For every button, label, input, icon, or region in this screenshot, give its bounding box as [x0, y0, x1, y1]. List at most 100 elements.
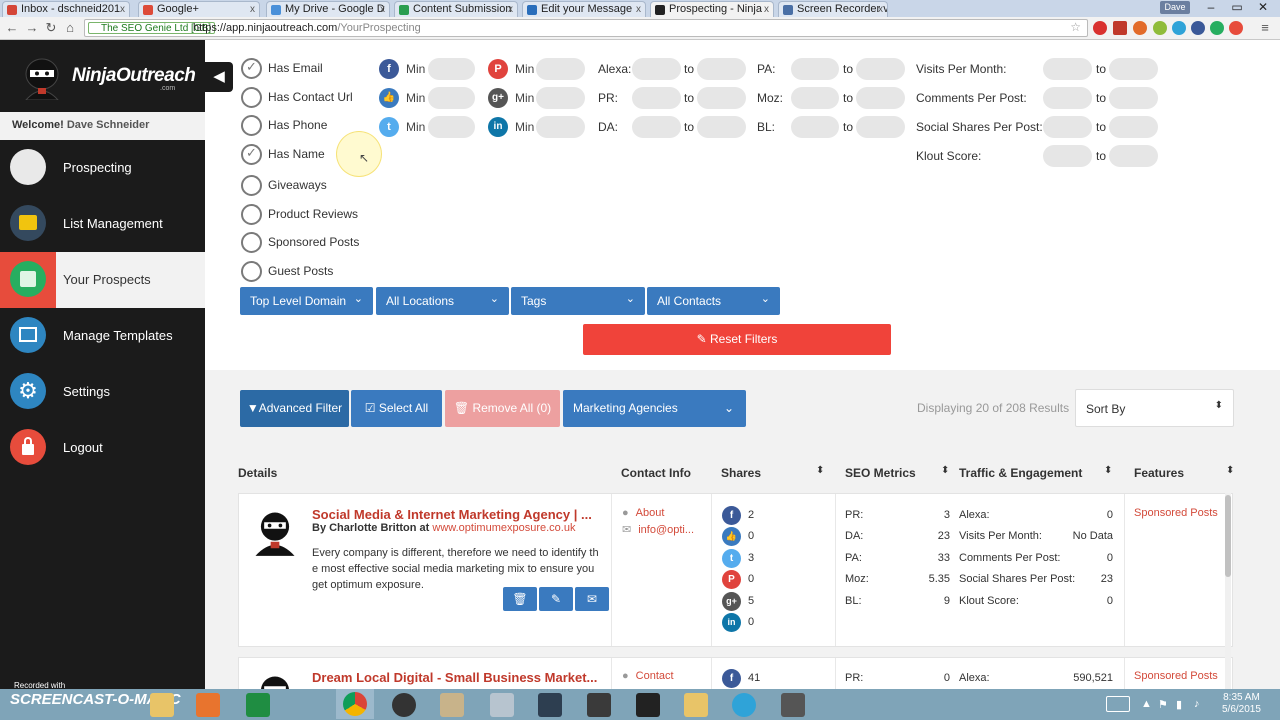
comments-max-input[interactable]	[1109, 87, 1158, 109]
sidebar-item-your-prospects[interactable]: Your Prospects	[0, 252, 205, 308]
giveaways-checkbox[interactable]	[241, 175, 262, 196]
table-row[interactable]: Dream Local Digital - Small Business Mar…	[238, 657, 1233, 689]
bl-min-input[interactable]	[791, 116, 839, 138]
header-shares[interactable]: Shares	[721, 466, 761, 480]
tab-content-submission[interactable]: Content Submission x	[394, 1, 518, 17]
product-reviews-checkbox[interactable]	[241, 204, 262, 225]
scrollbar-thumb[interactable]	[1225, 495, 1231, 577]
da-max-input[interactable]	[697, 116, 746, 138]
prospect-title[interactable]: Social Media & Internet Marketing Agency…	[312, 507, 592, 522]
social-shares-max-input[interactable]	[1109, 116, 1158, 138]
edit-button[interactable]: ✎	[539, 587, 573, 611]
pocket-icon[interactable]	[1229, 21, 1243, 35]
tab-screen-recorder[interactable]: Screen Recorder v2. x	[778, 1, 888, 17]
window-close-icon[interactable]: ✕	[1250, 0, 1276, 16]
paint-icon[interactable]	[440, 693, 464, 717]
extension-icon[interactable]	[1133, 21, 1147, 35]
guest-posts-checkbox[interactable]	[241, 261, 262, 282]
extension-icon[interactable]	[1191, 21, 1205, 35]
volume-icon[interactable]: ♪	[1194, 698, 1200, 710]
sidebar-item-logout[interactable]: Logout	[0, 420, 205, 476]
tab-prospecting[interactable]: Prospecting - Ninja x	[650, 1, 774, 17]
sidebar-item-list-management[interactable]: List Management	[0, 196, 205, 252]
has-name-checkbox[interactable]	[241, 144, 262, 165]
googleplus-min-input[interactable]	[536, 87, 585, 109]
calculator-icon[interactable]	[490, 693, 514, 717]
tab-edit-message[interactable]: Edit your Message x	[522, 1, 646, 17]
browser-user-badge[interactable]: Dave	[1160, 1, 1190, 14]
evernote-icon[interactable]	[1153, 21, 1167, 35]
has-phone-checkbox[interactable]	[241, 115, 262, 136]
chrome-taskbar-button[interactable]	[336, 689, 374, 719]
app-icon[interactable]	[392, 693, 416, 717]
app-icon[interactable]	[781, 693, 805, 717]
header-features[interactable]: Features	[1134, 466, 1184, 480]
sort-icon[interactable]: ⬍	[1226, 465, 1234, 476]
select-all-button[interactable]: ☑ Select All	[351, 390, 442, 427]
list-select[interactable]: Marketing Agencies ⌄	[563, 390, 746, 427]
file-explorer-icon[interactable]	[150, 693, 174, 717]
app-icon[interactable]	[538, 693, 562, 717]
pa-min-input[interactable]	[791, 58, 839, 80]
locations-dropdown[interactable]: All Locations ⌄	[376, 287, 509, 315]
tld-dropdown[interactable]: Top Level Domain ⌄	[240, 287, 373, 315]
facebook-min-input[interactable]	[428, 58, 475, 80]
alexa-max-input[interactable]	[697, 58, 746, 80]
tab-close-icon[interactable]: x	[380, 2, 385, 17]
remove-all-button[interactable]: 🗑 Remove All (0)	[445, 390, 560, 427]
keyboard-icon[interactable]	[1106, 696, 1130, 712]
sort-icon[interactable]: ⬍	[1104, 465, 1112, 476]
linkedin-min-input[interactable]	[536, 116, 585, 138]
forward-icon[interactable]: →	[24, 20, 40, 36]
prospect-title[interactable]: Dream Local Digital - Small Business Mar…	[312, 670, 597, 685]
tab-close-icon[interactable]: x	[250, 2, 255, 17]
tab-inbox[interactable]: Inbox - dschneid201 x	[2, 1, 130, 17]
sidebar-item-prospecting[interactable]: Prospecting	[0, 140, 205, 196]
minimize-icon[interactable]: –	[1198, 0, 1224, 16]
has-email-checkbox[interactable]	[241, 58, 262, 79]
visits-min-input[interactable]	[1043, 58, 1092, 80]
header-traffic-engagement[interactable]: Traffic & Engagement	[959, 466, 1082, 480]
collapse-sidebar-button[interactable]: ◀	[205, 62, 233, 92]
tab-googleplus[interactable]: Google+ x	[138, 1, 260, 17]
sidebar-item-manage-templates[interactable]: Manage Templates	[0, 308, 205, 364]
pinterest-min-input[interactable]	[536, 58, 585, 80]
skype-icon[interactable]	[1172, 21, 1186, 35]
likes-min-input[interactable]	[428, 87, 475, 109]
skype-icon[interactable]	[732, 693, 756, 717]
app-icon[interactable]	[196, 693, 220, 717]
tab-close-icon[interactable]: x	[878, 2, 883, 17]
app-icon[interactable]	[636, 693, 660, 717]
pr-min-input[interactable]	[632, 87, 681, 109]
flag-icon[interactable]: ⚑	[1158, 698, 1168, 711]
sponsored-posts-checkbox[interactable]	[241, 232, 262, 253]
back-icon[interactable]: ←	[4, 20, 20, 36]
home-icon[interactable]: ⌂	[62, 20, 78, 36]
contact-link[interactable]: ● Contact	[622, 670, 674, 682]
tray-arrow-icon[interactable]: ▲	[1141, 698, 1152, 710]
table-row[interactable]: Social Media & Internet Marketing Agency…	[238, 493, 1233, 647]
klout-max-input[interactable]	[1109, 145, 1158, 167]
tab-drive[interactable]: My Drive - Google Dx	[266, 1, 390, 17]
visits-max-input[interactable]	[1109, 58, 1158, 80]
tab-close-icon[interactable]: x	[636, 2, 641, 17]
sort-by-select[interactable]: Sort By ⬍	[1075, 389, 1234, 427]
pa-max-input[interactable]	[856, 58, 905, 80]
advanced-filter-button[interactable]: ▼Advanced Filter	[240, 390, 349, 427]
clock[interactable]: 8:35 AM 5/6/2015	[1222, 692, 1261, 716]
sort-icon[interactable]: ⬍	[941, 465, 949, 476]
url-input[interactable]: The SEO Genie Ltd [GB] https://app.ninja…	[84, 19, 1088, 37]
moz-min-input[interactable]	[791, 87, 839, 109]
tab-close-icon[interactable]: x	[120, 2, 125, 17]
adblock-icon[interactable]	[1093, 21, 1107, 35]
grammar-icon[interactable]	[1210, 21, 1224, 35]
pr-max-input[interactable]	[697, 87, 746, 109]
reload-icon[interactable]: ↻	[43, 20, 59, 36]
sort-icon[interactable]: ⬍	[816, 465, 824, 476]
da-min-input[interactable]	[632, 116, 681, 138]
folder-icon[interactable]	[684, 693, 708, 717]
tab-close-icon[interactable]: x	[764, 2, 769, 17]
email-button[interactable]: ✉	[575, 587, 609, 611]
tags-dropdown[interactable]: Tags ⌄	[511, 287, 645, 315]
reset-filters-button[interactable]: ✎ Reset Filters	[583, 324, 891, 355]
